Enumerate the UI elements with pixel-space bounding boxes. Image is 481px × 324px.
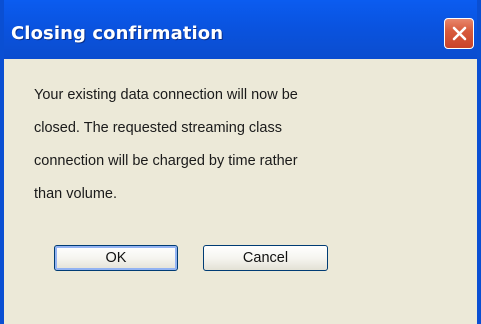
dialog-body: Your existing data connection will now b… (4, 59, 477, 324)
confirmation-message: Your existing data connection will now b… (34, 87, 298, 202)
close-icon (452, 26, 467, 41)
close-button[interactable] (444, 18, 474, 49)
ok-button[interactable]: OK (54, 245, 178, 271)
cancel-button[interactable]: Cancel (203, 245, 328, 271)
closing-confirmation-dialog: Closing confirmation Your existing data … (0, 0, 481, 324)
dialog-title: Closing confirmation (11, 23, 224, 44)
